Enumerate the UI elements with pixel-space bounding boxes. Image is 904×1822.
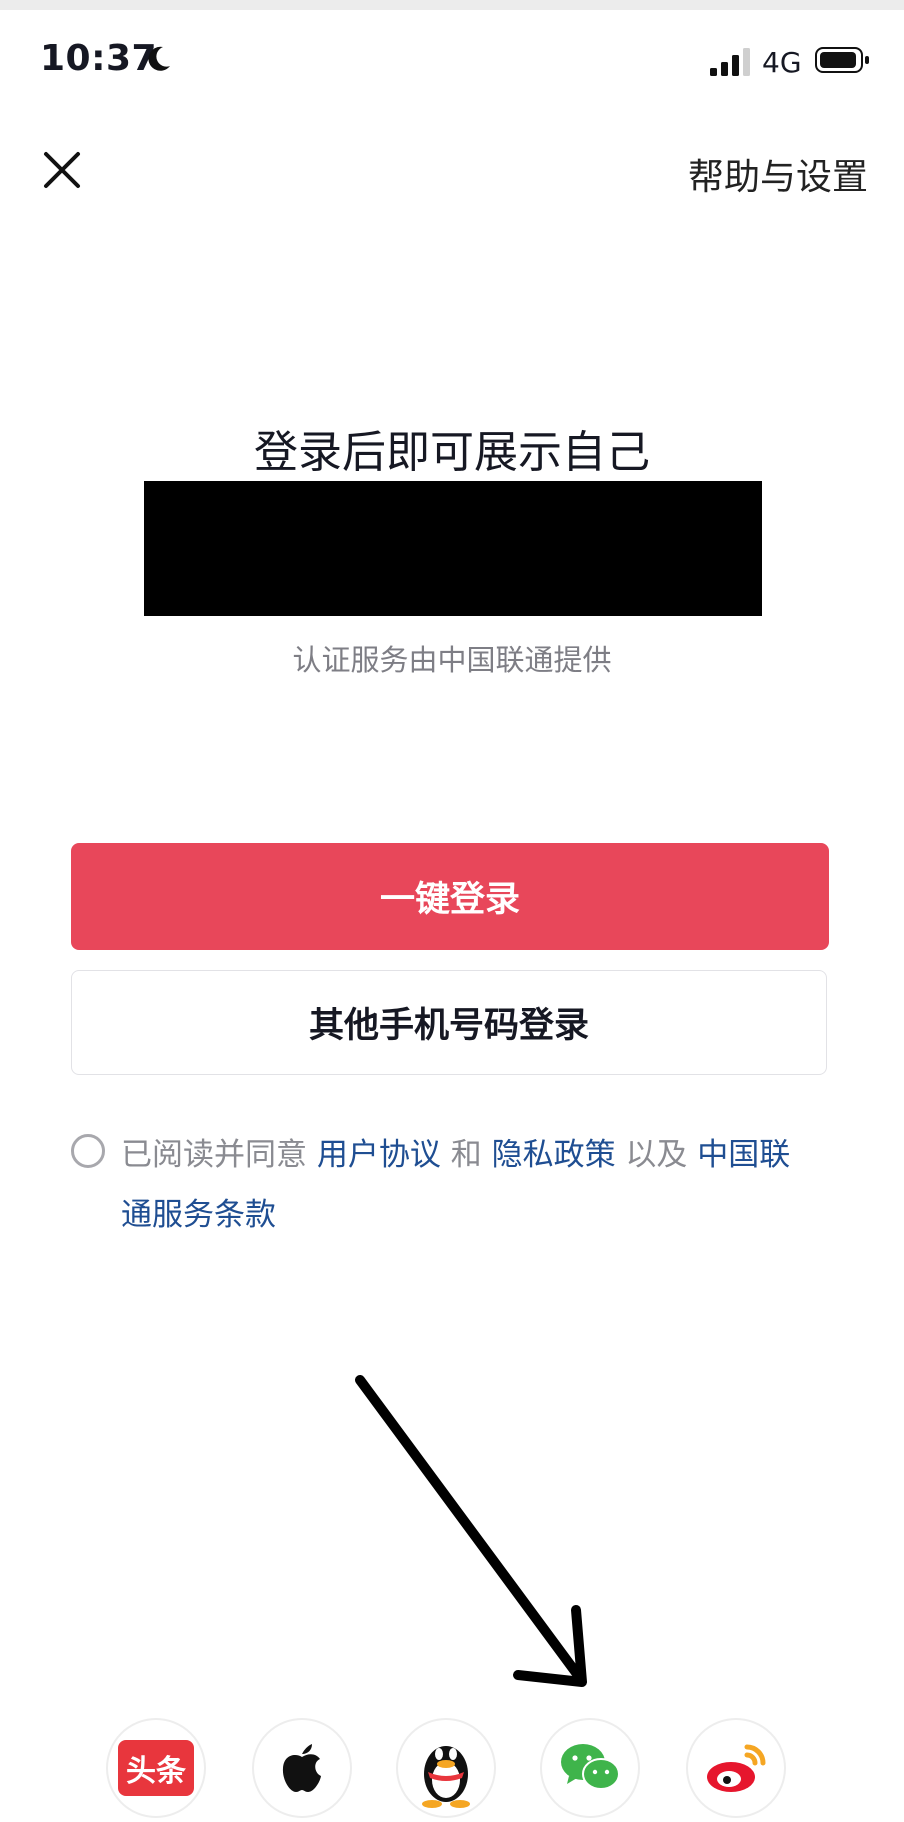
network-type: 4G	[762, 46, 802, 79]
wechat-icon	[561, 1744, 620, 1790]
battery-icon	[815, 47, 869, 73]
weibo-icon	[707, 1744, 766, 1792]
wechat-login-button[interactable]	[540, 1718, 640, 1818]
login-title: 登录后即可展示自己	[254, 427, 650, 478]
provider-note: 认证服务由中国联通提供	[292, 643, 612, 677]
help-settings-link[interactable]: 帮助与设置	[688, 148, 868, 200]
agreement-prefix: 已阅读并同意	[121, 1137, 317, 1173]
agreement-also: 以及	[615, 1137, 698, 1173]
other-phone-login-button[interactable]: 其他手机号码登录	[71, 970, 827, 1075]
moon-icon	[148, 46, 170, 71]
toutiao-login-button[interactable]: 头条	[106, 1718, 206, 1818]
annotation-arrow	[355, 1375, 587, 1687]
top-strip	[0, 0, 904, 10]
qq-icon	[422, 1746, 470, 1808]
weibo-login-button[interactable]	[686, 1718, 786, 1818]
privacy-policy-link[interactable]: 隐私政策	[492, 1137, 616, 1173]
agreement-and: 和	[440, 1137, 492, 1173]
apple-login-button[interactable]	[252, 1718, 352, 1818]
qq-login-button[interactable]	[396, 1718, 496, 1818]
status-time: 10:37	[40, 38, 158, 79]
signal-icon	[710, 48, 750, 76]
one-click-login-button[interactable]: 一键登录	[71, 843, 829, 950]
close-icon[interactable]	[40, 148, 84, 192]
toutiao-icon: 头条	[118, 1740, 194, 1796]
masked-phone-number	[144, 481, 762, 616]
agreement-text: 已阅读并同意 用户协议 和 隐私政策 以及 中国联通服务条款	[121, 1125, 821, 1245]
agreement-checkbox[interactable]	[71, 1134, 105, 1168]
apple-icon	[282, 1744, 321, 1792]
user-agreement-link[interactable]: 用户协议	[317, 1137, 441, 1173]
